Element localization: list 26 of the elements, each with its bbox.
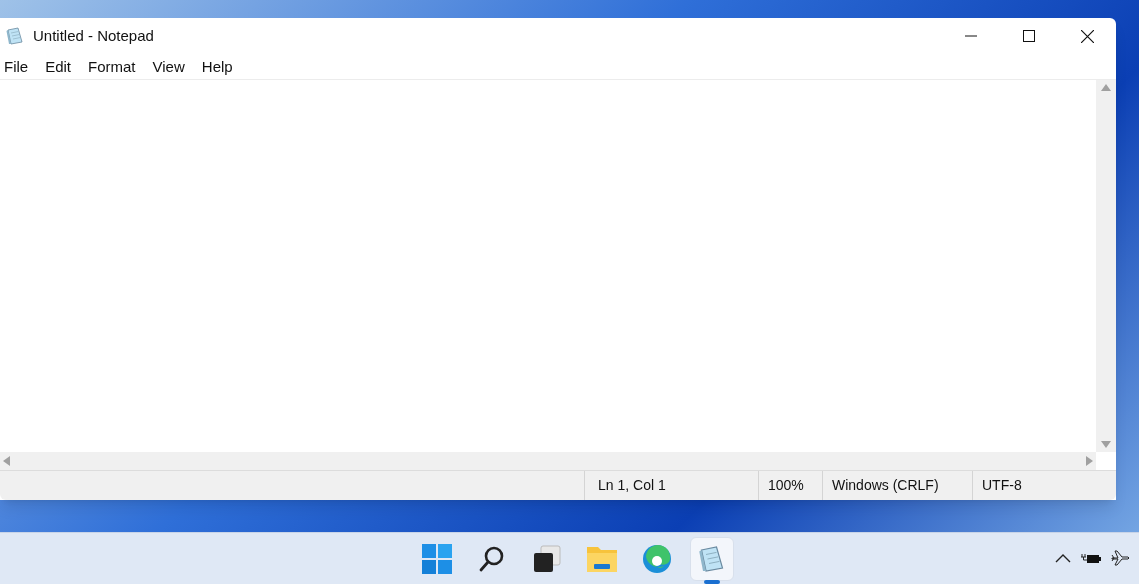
stacked-windows-icon xyxy=(532,543,562,574)
maximize-icon xyxy=(1023,30,1035,42)
status-text: UTF-8 xyxy=(972,471,1116,500)
menu-item[interactable]: File xyxy=(0,55,33,78)
vertical-scrollbar[interactable] xyxy=(1096,80,1116,452)
scroll-up-arrow-icon[interactable] xyxy=(1101,84,1111,91)
menu-item[interactable]: Edit xyxy=(41,55,76,78)
menu-item[interactable]: View xyxy=(148,55,189,78)
windows-logo-icon xyxy=(422,543,452,574)
menu-item[interactable]: Help xyxy=(197,55,237,78)
chevron-up-icon[interactable] xyxy=(1055,553,1071,563)
close-icon xyxy=(1080,29,1094,43)
notepad-icon xyxy=(5,26,25,46)
search-icon xyxy=(478,544,506,573)
battery-icon[interactable] xyxy=(1081,551,1101,565)
scroll-down-arrow-icon[interactable] xyxy=(1101,441,1111,448)
airplane-icon[interactable] xyxy=(1111,549,1131,567)
horizontal-scrollbar[interactable] xyxy=(0,452,1096,470)
scroll-left-arrow-icon[interactable] xyxy=(3,456,10,466)
window-title: Untitled - Notepad xyxy=(33,25,154,46)
status-text: 100% xyxy=(758,471,822,500)
status-text: Ln 1, Col 1 xyxy=(584,471,758,500)
browser-icon xyxy=(642,543,672,574)
scroll-right-arrow-icon[interactable] xyxy=(1086,456,1093,466)
menu-item[interactable]: Format xyxy=(84,55,140,78)
status-text: Windows (CRLF) xyxy=(822,471,972,500)
